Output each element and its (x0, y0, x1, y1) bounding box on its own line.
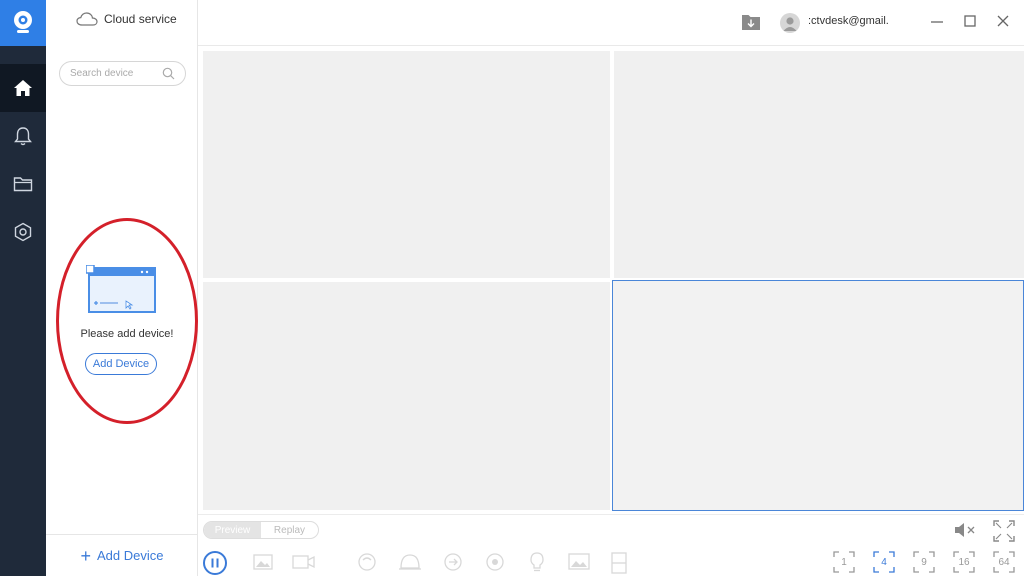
cloud-service-link[interactable]: Cloud service (76, 12, 177, 26)
split-screen-icon[interactable] (611, 552, 627, 574)
tab-preview[interactable]: Preview (204, 522, 261, 538)
empty-message: Please add device! (80, 328, 174, 340)
video-cell-3[interactable] (203, 282, 610, 510)
rotate-icon[interactable] (443, 552, 463, 572)
add-device-button[interactable]: Add Device (85, 353, 157, 375)
add-device-illustration-icon (86, 265, 156, 313)
layout-bracket-icon (833, 551, 855, 573)
pause-icon (211, 558, 219, 568)
layout-4-button[interactable]: 4 (873, 551, 895, 573)
layout-bracket-icon (913, 551, 935, 573)
cloud-icon (76, 12, 98, 26)
home-icon (14, 80, 32, 96)
bell-icon (14, 127, 32, 146)
maximize-icon[interactable] (964, 15, 976, 27)
app-window: Cloud service Please add device! Add Dev… (0, 0, 1024, 576)
highlight-circle (56, 218, 198, 424)
nav-home[interactable] (0, 64, 46, 112)
nav-files[interactable] (0, 160, 46, 208)
device-sidebar: Cloud service Please add device! Add Dev… (46, 0, 198, 576)
layout-bracket-icon (953, 551, 975, 573)
layout-64-button[interactable]: 64 (993, 551, 1015, 573)
nav-alarms[interactable] (0, 112, 46, 160)
nav-rail (0, 0, 46, 576)
mode-tabs: Preview Replay (203, 521, 319, 539)
pause-button[interactable] (203, 551, 227, 575)
layout-bracket-icon (993, 551, 1015, 573)
search-box (59, 61, 186, 86)
color-icon[interactable] (485, 552, 505, 572)
download-folder-icon[interactable] (741, 13, 761, 31)
talk-icon[interactable] (356, 552, 378, 572)
plus-icon: + (80, 545, 92, 566)
add-device-footer-button[interactable]: + Add Device (46, 534, 198, 576)
layout-16-button[interactable]: 16 (953, 551, 975, 573)
tab-replay[interactable]: Replay (261, 522, 318, 538)
cloud-service-label: Cloud service (104, 12, 177, 26)
minimize-icon[interactable] (930, 14, 944, 30)
empty-device-panel: Please add device! Add Device (56, 218, 198, 426)
video-cell-2[interactable] (614, 51, 1024, 278)
folder-icon (13, 177, 33, 192)
user-icon (783, 17, 797, 31)
playback-toolbar: Preview Replay 1 4 9 16 64 (198, 514, 1024, 576)
mute-icon[interactable] (954, 522, 976, 538)
video-cell-1[interactable] (203, 51, 610, 278)
search-input[interactable] (70, 62, 160, 85)
snapshot-icon[interactable] (253, 552, 273, 572)
search-icon[interactable] (162, 67, 175, 80)
layout-1-button[interactable]: 1 (833, 551, 855, 573)
app-logo-icon (0, 0, 46, 46)
record-icon[interactable] (292, 552, 316, 572)
fullscreen-icon[interactable] (993, 520, 1015, 542)
ptz-icon[interactable] (398, 552, 422, 572)
layout-9-button[interactable]: 9 (913, 551, 935, 573)
video-cell-4-selected[interactable] (612, 280, 1024, 511)
image-settings-icon[interactable] (568, 552, 590, 572)
title-bar: :ctvdesk@gmail. (198, 0, 1024, 46)
avatar[interactable] (780, 13, 800, 33)
light-icon[interactable] (528, 552, 546, 572)
layout-bracket-icon (873, 551, 895, 573)
video-grid (200, 48, 1024, 514)
add-device-footer-label: Add Device (97, 548, 164, 563)
close-icon[interactable] (996, 14, 1010, 28)
settings-icon (14, 222, 32, 242)
account-email[interactable]: :ctvdesk@gmail. (808, 15, 889, 27)
nav-settings[interactable] (0, 208, 46, 256)
